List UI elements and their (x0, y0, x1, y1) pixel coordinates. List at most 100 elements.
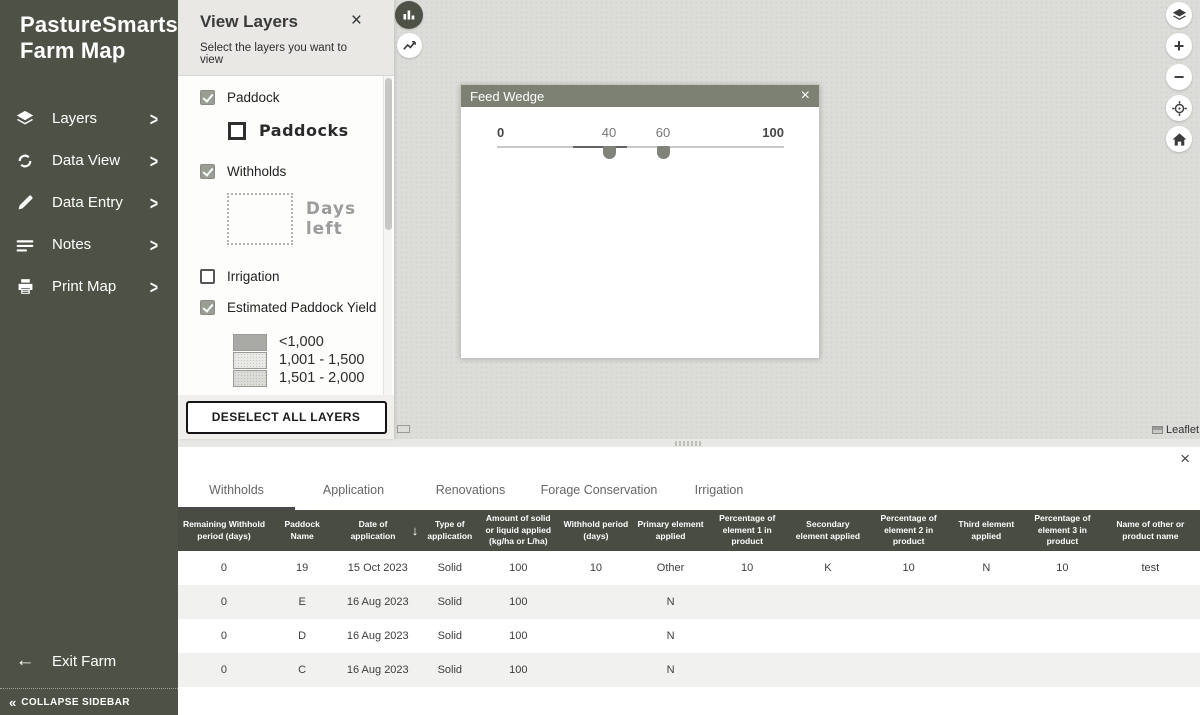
drag-handle-icon[interactable] (675, 441, 703, 446)
close-icon[interactable]: × (351, 11, 362, 30)
column-header[interactable]: Secondary element applied (787, 510, 869, 551)
withholds-panel: × WithholdsApplicationRenovationsForage … (178, 447, 1200, 715)
leaflet-label: Leaflet (1166, 424, 1199, 436)
column-header[interactable]: Remaining Withhold period (days) (178, 510, 270, 551)
collapse-sidebar-button[interactable]: « COLLAPSE SIDEBAR (0, 688, 178, 715)
layer-checkbox-irrigation[interactable]: Irrigation (200, 269, 394, 284)
column-header[interactable]: Amount of solid or liquid applied (kg/ha… (478, 510, 558, 551)
withhold-dashed-swatch (227, 193, 293, 245)
table-cell (707, 585, 787, 619)
column-header[interactable]: Percentage of element 1 in product (707, 510, 787, 551)
table-cell: 10 (1024, 551, 1101, 585)
trend-line-button[interactable] (397, 33, 422, 58)
table-cell: 0 (178, 551, 270, 585)
bar-chart-icon (401, 7, 417, 23)
panel-scrollbar[interactable] (383, 76, 392, 395)
sidebar-item-notes[interactable]: Notes > (0, 224, 178, 266)
column-header[interactable]: Primary element applied (634, 510, 708, 551)
column-header[interactable]: Date of application↓ (334, 510, 421, 551)
tab-irrigation[interactable]: Irrigation (669, 483, 769, 510)
table-cell: 16 Aug 2023 (334, 653, 421, 687)
table-cell: 100 (478, 585, 558, 619)
column-header[interactable]: Withhold period (days) (558, 510, 634, 551)
table-cell (869, 653, 949, 687)
layers-control-button[interactable] (1166, 2, 1192, 28)
table-cell: Solid (421, 585, 478, 619)
checkbox-checked-icon (200, 300, 215, 315)
table-cell: 16 Aug 2023 (334, 585, 421, 619)
slider-selected-range (573, 146, 627, 148)
deselect-all-layers-button[interactable]: DESELECT ALL LAYERS (186, 401, 387, 434)
tab-application[interactable]: Application (295, 483, 412, 510)
table-row[interactable]: 0E16 Aug 2023Solid100N (178, 585, 1200, 619)
sidebar: PastureSmarts Farm Map Layers > Data Vie… (0, 0, 178, 715)
table-cell (787, 585, 869, 619)
table-cell: K (787, 551, 869, 585)
withholds-table: Remaining Withhold period (days)Paddock … (178, 510, 1200, 687)
table-cell (558, 653, 634, 687)
attribution-toggle-icon[interactable] (397, 425, 410, 433)
sort-descending-icon: ↓ (412, 522, 419, 540)
slider-handle-low[interactable] (603, 146, 616, 159)
locate-icon (1171, 100, 1188, 117)
table-cell: 15 Oct 2023 (334, 551, 421, 585)
leaflet-attribution[interactable]: Leaflet (1152, 424, 1199, 436)
withholds-legend-sample: Days left (227, 193, 394, 245)
table-cell: Other (634, 551, 708, 585)
close-icon[interactable]: × (801, 88, 810, 104)
checkbox-unchecked-icon (200, 269, 215, 284)
layers-icon (14, 108, 36, 130)
feed-wedge-titlebar[interactable]: Feed Wedge × (461, 85, 819, 107)
column-header[interactable]: Paddock Name (270, 510, 334, 551)
home-icon (1171, 131, 1188, 148)
locate-button[interactable] (1166, 95, 1192, 121)
home-button[interactable] (1166, 126, 1192, 152)
column-header[interactable]: Type of application (421, 510, 478, 551)
exit-farm-button[interactable]: ← Exit Farm (0, 645, 178, 677)
flag-icon (1152, 426, 1163, 434)
sidebar-item-print-map[interactable]: Print Map > (0, 266, 178, 308)
tab-withholds[interactable]: Withholds (178, 483, 295, 510)
table-cell: Solid (421, 619, 478, 653)
zoom-in-button[interactable]: + (1166, 33, 1192, 59)
view-layers-header: View Layers × Select the layers you want… (178, 0, 394, 76)
legend-label: <1,000 (279, 334, 324, 350)
layer-checkbox-withholds[interactable]: Withholds (200, 164, 394, 179)
column-header[interactable]: Percentage of element 2 in product (869, 510, 949, 551)
layer-checkbox-paddock[interactable]: Paddock (200, 90, 394, 105)
yield-swatch-1501-2000 (233, 370, 267, 387)
sidebar-item-layers[interactable]: Layers > (0, 98, 178, 140)
column-header[interactable]: Third element applied (948, 510, 1024, 551)
legend-label: 1,501 - 2,000 (279, 370, 364, 386)
table-cell: 10 (707, 551, 787, 585)
table-row[interactable]: 0D16 Aug 2023Solid100N (178, 619, 1200, 653)
table-row[interactable]: 01915 Oct 2023Solid10010Other10K10N10tes… (178, 551, 1200, 585)
sidebar-item-label: Layers (52, 110, 97, 127)
layer-checkbox-estimated-paddock-yield[interactable]: Estimated Paddock Yield (200, 300, 394, 315)
table-cell (1024, 619, 1101, 653)
zoom-out-button[interactable]: − (1166, 64, 1192, 90)
sidebar-item-label: Notes (52, 236, 91, 253)
table-cell: 100 (478, 551, 558, 585)
sidebar-item-data-view[interactable]: Data View > (0, 140, 178, 182)
slider-track[interactable] (497, 146, 784, 148)
map-controls: + − (1166, 2, 1192, 157)
slider-handle-high[interactable] (657, 146, 670, 159)
close-icon[interactable]: × (1180, 450, 1190, 467)
chevron-right-icon: > (150, 235, 158, 256)
yield-legend: <1,000 1,001 - 1,500 1,501 - 2,000 (233, 333, 394, 387)
scrollbar-thumb[interactable] (385, 78, 392, 230)
tab-renovations[interactable]: Renovations (412, 483, 529, 510)
view-layers-footer: DESELECT ALL LAYERS (178, 395, 394, 439)
sidebar-item-data-entry[interactable]: Data Entry > (0, 182, 178, 224)
bar-chart-button[interactable] (395, 1, 423, 29)
table-cell (948, 619, 1024, 653)
map-canvas[interactable]: + − Feed Wedge × 0 40 60 100 Leaflet (394, 0, 1200, 439)
tab-forage-conservation[interactable]: Forage Conservation (529, 483, 669, 510)
collapse-sidebar-label: COLLAPSE SIDEBAR (21, 697, 130, 708)
table-row[interactable]: 0C16 Aug 2023Solid100N (178, 653, 1200, 687)
table-cell (869, 619, 949, 653)
column-header[interactable]: Name of other or product name (1101, 510, 1200, 551)
app-title-line2: Farm Map (20, 38, 178, 64)
column-header[interactable]: Percentage of element 3 in product (1024, 510, 1101, 551)
